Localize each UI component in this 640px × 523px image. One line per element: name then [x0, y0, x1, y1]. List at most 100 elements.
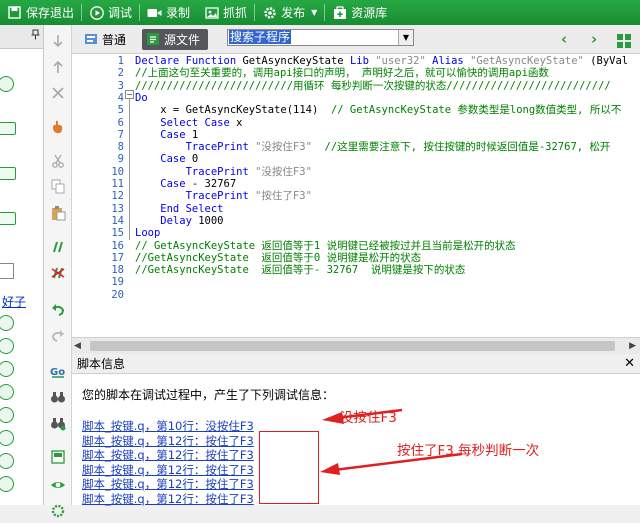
goto-icon[interactable]: Go [50, 363, 66, 379]
code-line[interactable]: TracePrint "没按住F3" [135, 166, 312, 179]
capture-button[interactable]: 抓抓 [197, 0, 254, 25]
tab-source[interactable]: 源文件 [142, 28, 209, 50]
sub-link[interactable]: 好子 [2, 293, 26, 310]
line-number: 7 [117, 128, 124, 141]
capture-icon [204, 5, 219, 20]
info-panel-header: 脚本信息 ✕ [72, 354, 640, 374]
settings-icon[interactable] [50, 503, 66, 519]
fold-toggle-icon[interactable]: − [125, 90, 134, 99]
code-line[interactable]: x = GetAsyncKeyState(114) // GetAsyncKey… [135, 104, 621, 117]
line-number: 18 [111, 264, 124, 277]
code-token: //上面这句至关重要的，调用api接口的声明， 声明好之后，就可以愉快的调用ap… [135, 67, 549, 80]
arrow-right-icon[interactable] [0, 122, 16, 135]
code-token: End Select [135, 202, 224, 215]
prev-arrow-icon[interactable]: ‹ [561, 30, 567, 48]
expand-circle-icon[interactable] [0, 361, 14, 377]
code-token: Delay [135, 214, 199, 227]
code-token: //GetAsyncKeyState 返回值等于- 32767 说明键是按下的状… [135, 264, 466, 277]
chevron-down-icon[interactable]: ▼ [311, 8, 317, 17]
grid-view-icon[interactable] [617, 33, 631, 52]
scrollbar-thumb[interactable] [90, 341, 615, 351]
paste-icon[interactable] [50, 205, 66, 221]
code-token: Do [135, 91, 148, 104]
panel-toggle-icon[interactable] [50, 449, 66, 465]
code-line[interactable]: TracePrint "没按住F3" //这里需要注意下, 按住按键的时候返回值… [135, 141, 611, 154]
line-number-gutter: 1 2 3 4 5 6 7 8 9 10 11 12 13 14 15 16 17 18 19 20 [72, 54, 124, 337]
command-panel: 好子 [0, 25, 44, 505]
record-button[interactable]: 录制 [140, 0, 197, 25]
resource-library-button[interactable]: 资源库 [325, 0, 394, 25]
input-box[interactable] [0, 263, 14, 279]
scroll-left-icon[interactable]: ◀ [74, 341, 81, 351]
code-line[interactable]: Case - 32767 [135, 178, 236, 191]
debug-button[interactable]: 调试 [82, 0, 139, 25]
code-token: x [236, 116, 243, 129]
code-token: Case [135, 153, 192, 166]
line-number: 19 [111, 276, 124, 289]
code-token: "没按住F3" [255, 141, 325, 154]
code-line[interactable]: Case 0 [135, 153, 198, 166]
replace-binoculars-icon[interactable] [50, 415, 66, 431]
tab-source-label: 源文件 [164, 32, 201, 47]
code-line[interactable]: //上面这句至关重要的，调用api接口的声明， 声明好之后，就可以愉快的调用ap… [135, 67, 549, 80]
arrow-right-icon[interactable] [0, 212, 16, 225]
code-token: Lib [349, 55, 376, 67]
copy-icon[interactable] [50, 178, 66, 194]
expand-circle-icon[interactable] [0, 453, 14, 469]
expand-circle-icon[interactable] [0, 430, 14, 446]
expand-circle-icon[interactable] [0, 407, 14, 423]
expand-circle-icon[interactable] [0, 384, 14, 400]
close-icon[interactable]: ✕ [624, 354, 635, 374]
debug-play-icon [89, 5, 104, 20]
undo-icon[interactable] [50, 302, 66, 318]
tab-normal[interactable]: 普通 [80, 29, 134, 50]
arrow-right-icon[interactable] [0, 167, 16, 180]
comment-icon[interactable] [50, 239, 66, 255]
code-line[interactable]: Do [135, 92, 148, 105]
fold-guide [129, 92, 130, 240]
line-number: 15 [111, 227, 124, 240]
expand-circle-icon[interactable] [0, 315, 14, 331]
view-eye-icon[interactable] [50, 477, 66, 493]
code-line[interactable]: //GetAsyncKeyState 返回值等于0 说明键是松开的状态 [135, 252, 421, 265]
arrow-up-icon[interactable] [50, 59, 66, 75]
code-line[interactable]: Loop [135, 227, 160, 240]
code-token: Alias [432, 55, 471, 67]
arrow-down-icon[interactable] [50, 33, 66, 49]
search-subroutine-dropdown[interactable]: 搜索子程序 ▼ [227, 29, 414, 46]
code-line[interactable]: /////////////////////////用循环 每秒判断一次按键的状态… [135, 80, 611, 93]
save-exit-label: 保存退出 [26, 6, 75, 20]
code-line[interactable]: End Select [135, 202, 224, 216]
save-exit-button[interactable]: 保存退出 [0, 0, 81, 25]
find-binoculars-icon[interactable] [50, 389, 66, 405]
redo-icon[interactable] [50, 328, 66, 344]
code-token: TracePrint [135, 190, 256, 203]
code-line[interactable]: // GetAsyncKeyState 返回值等于1 说明键已经被按过并且当前是… [135, 240, 516, 253]
code-line[interactable]: Delay 1000 [135, 214, 223, 228]
expand-circle-icon[interactable] [0, 338, 14, 354]
code-line[interactable]: TracePrint "按住了F3" [135, 190, 312, 203]
annotation-pressed: 按住了F3 每秒判断一次 [397, 443, 540, 459]
chevron-down-icon[interactable]: ▼ [398, 30, 413, 45]
code-line[interactable]: Case 1 [135, 129, 198, 142]
uncomment-icon[interactable] [50, 265, 66, 281]
resource-library-label: 资源库 [351, 6, 388, 20]
delete-x-icon[interactable] [50, 85, 66, 101]
record-camera-icon [147, 5, 162, 20]
pin-icon[interactable] [31, 29, 40, 43]
expand-circle-icon[interactable] [0, 76, 14, 92]
code-line[interactable]: //GetAsyncKeyState 返回值等于- 32767 说明键是按下的状… [135, 264, 465, 277]
line-number: 10 [111, 165, 124, 178]
code-line[interactable]: Select Case x [135, 117, 242, 130]
publish-button[interactable]: 发布 ▼ [255, 0, 324, 25]
code-token: Case [135, 128, 192, 141]
code-editor[interactable]: 1 2 3 4 5 6 7 8 9 10 11 12 13 14 15 16 17 18 19 20 − Declar… [72, 54, 640, 337]
horizontal-scrollbar[interactable]: ◀ ▶ [72, 337, 640, 354]
code-line[interactable]: Declare Function GetAsyncKeyState Lib "u… [135, 55, 628, 68]
code-token: - 32767 [191, 178, 237, 190]
expand-circle-icon[interactable] [0, 476, 14, 492]
scroll-right-icon[interactable]: ▶ [629, 341, 636, 351]
hand-icon[interactable] [50, 119, 66, 135]
cut-icon[interactable] [50, 153, 66, 169]
next-arrow-icon[interactable]: › [591, 30, 597, 48]
